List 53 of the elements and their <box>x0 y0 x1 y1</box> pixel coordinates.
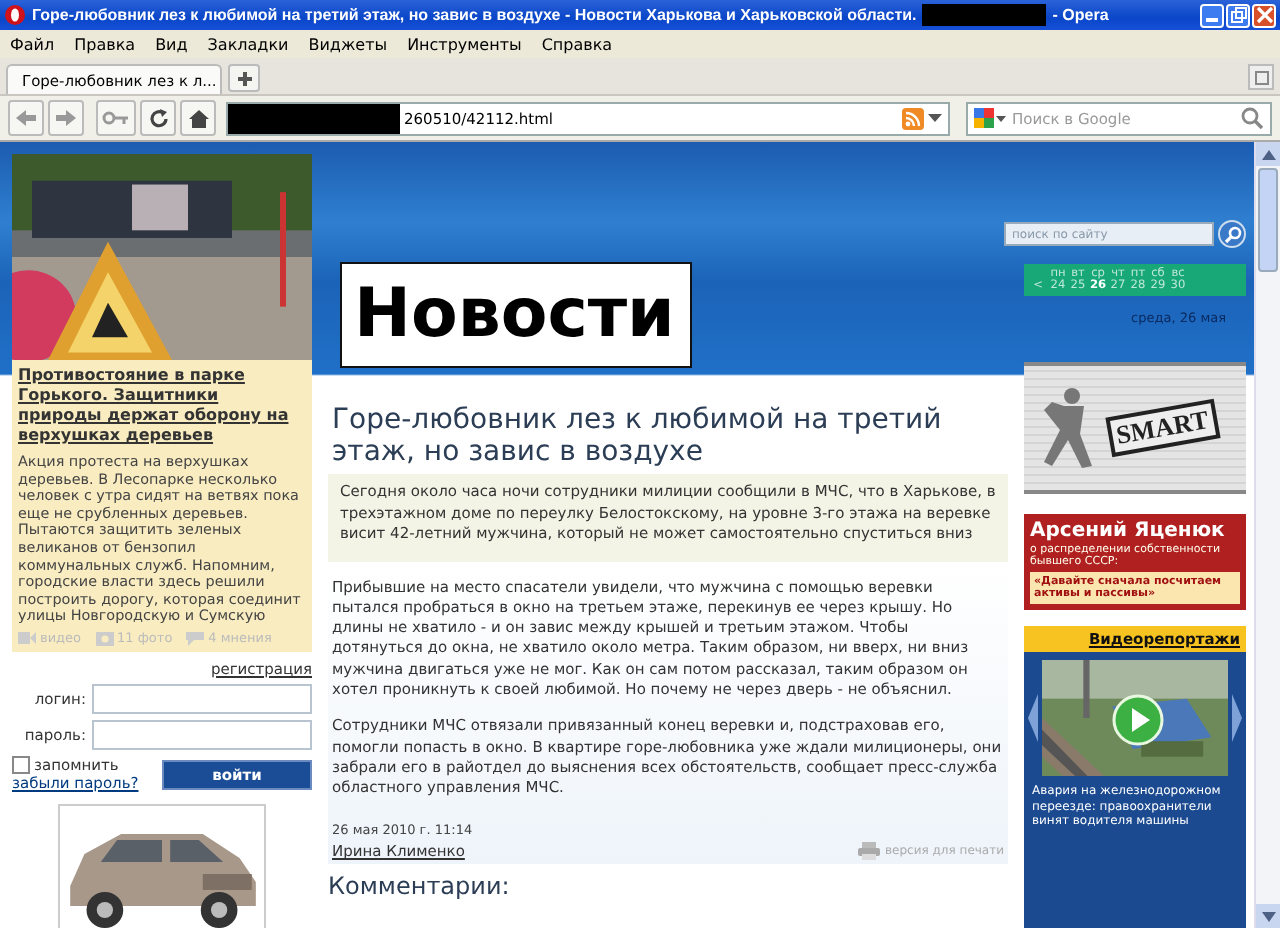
menu-item[interactable]: Закладки <box>207 35 289 53</box>
restore-icon <box>1229 6 1247 24</box>
home-icon <box>187 107 209 129</box>
section-title: Новости <box>340 262 692 368</box>
forward-button[interactable] <box>48 100 84 136</box>
next-arrow-icon[interactable] <box>1232 694 1242 742</box>
site-search-button[interactable] <box>1218 220 1246 248</box>
window-icon <box>1253 69 1269 85</box>
new-tab-button[interactable] <box>228 64 260 92</box>
tab-menu-button[interactable] <box>1248 64 1274 90</box>
reload-icon <box>147 107 169 129</box>
plus-icon <box>235 69 253 87</box>
play-icon[interactable] <box>1112 694 1164 746</box>
feature-headline-link[interactable]: Противостояние в парке Горького. Защитники природы держат оборону на верхушках деревьев <box>18 366 306 447</box>
dropdown-arrow-icon[interactable] <box>928 113 942 123</box>
back-arrow-icon <box>14 108 38 128</box>
comments-heading: Комментарии: <box>328 872 512 901</box>
password-field[interactable] <box>92 719 312 750</box>
app-name: - Opera <box>1052 6 1109 24</box>
login-field[interactable] <box>92 683 312 714</box>
redacted-block <box>922 4 1047 26</box>
scroll-thumb[interactable] <box>1258 168 1278 272</box>
window-title: Горе-любовник лез к любимой на третий этаж, но завис в воздухе - Новости Харькова и Харьковской области. <box>32 6 917 24</box>
close-button[interactable] <box>1252 3 1276 27</box>
menu-item[interactable]: Виджеты <box>308 35 388 53</box>
scrollbar[interactable] <box>1254 142 1280 928</box>
forward-arrow-icon <box>54 108 78 128</box>
scroll-down-icon[interactable] <box>1261 911 1275 921</box>
remember-checkbox[interactable] <box>12 755 30 774</box>
back-button[interactable] <box>8 100 44 136</box>
previous-arrow-icon[interactable] <box>1028 694 1038 742</box>
photo-icon <box>95 629 114 646</box>
home-button[interactable] <box>180 100 216 136</box>
menu-item[interactable]: Файл <box>10 35 55 53</box>
comment-icon <box>186 629 205 646</box>
opera-logo-icon <box>4 4 26 26</box>
scroll-up-icon[interactable] <box>1261 149 1275 159</box>
menu-item[interactable]: Инструменты <box>407 35 522 53</box>
google-icon[interactable] <box>974 107 1006 129</box>
banner-name: Арсений Яценюк <box>1030 520 1227 542</box>
minimize-button[interactable] <box>1200 3 1224 27</box>
menu-item[interactable]: Вид <box>155 35 188 53</box>
restore-button[interactable] <box>1226 3 1250 27</box>
reload-button[interactable] <box>140 100 176 136</box>
close-icon <box>1255 6 1273 24</box>
search-icon[interactable] <box>1240 106 1264 130</box>
printer-icon <box>857 842 880 861</box>
key-icon <box>102 110 130 126</box>
menu-item[interactable]: Правка <box>74 35 136 53</box>
video-icon <box>18 629 36 646</box>
article-title: Горе-любовник лез к любимой на третий этаж, но завис в воздухе <box>332 404 944 468</box>
smart-banner[interactable]: SMART <box>1024 362 1246 494</box>
menu-item[interactable]: Справка <box>541 35 613 53</box>
